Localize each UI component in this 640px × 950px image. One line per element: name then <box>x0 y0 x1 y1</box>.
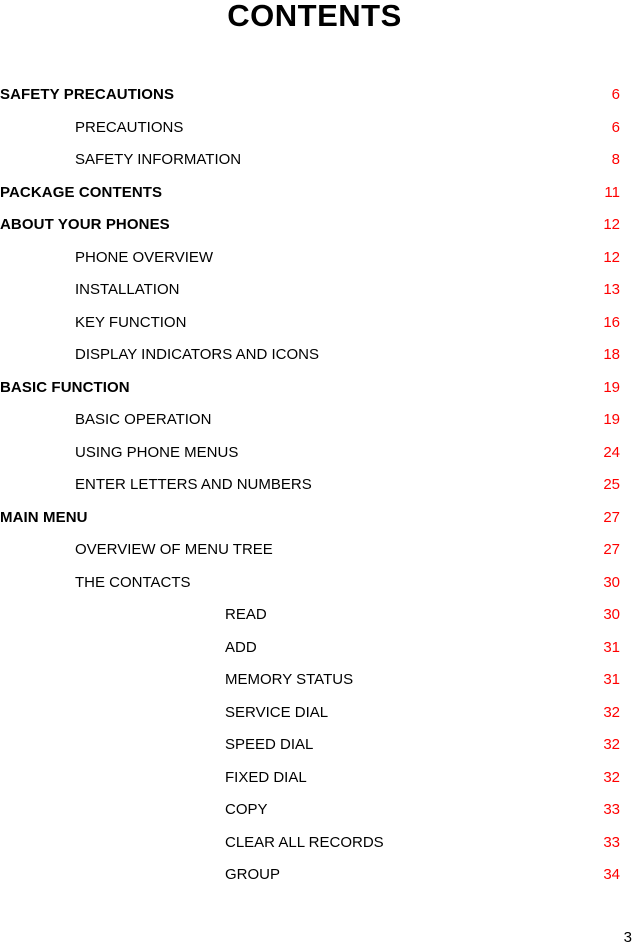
toc-entry[interactable]: MEMORY STATUS 31 <box>0 671 620 704</box>
toc-entry-label: PHONE OVERVIEW <box>75 248 214 266</box>
toc-entry-label: FIXED DIAL <box>225 768 307 786</box>
toc-entry-page-number: 11 <box>604 183 620 201</box>
toc-entry-page-number: 32 <box>603 736 620 753</box>
toc-entry-label: OVERVIEW OF MENU TREE <box>75 541 273 558</box>
toc-entry-label: PACKAGE CONTENTS <box>0 183 163 201</box>
toc-entry[interactable]: BASIC OPERATION 19 <box>0 411 620 444</box>
toc-entry[interactable]: PHONE OVERVIEW 12 <box>0 249 620 282</box>
toc-entry[interactable]: ABOUT YOUR PHONES 12 <box>0 216 620 249</box>
toc-entry-label: GROUP <box>225 866 281 883</box>
toc-entry-label: PRECAUTIONS <box>75 118 184 136</box>
toc-entry[interactable]: PACKAGE CONTENTS 11 <box>0 184 620 217</box>
toc-entry[interactable]: USING PHONE MENUS 24 <box>0 444 620 477</box>
document-page: CONTENTS SAFETY PRECAUTIONS 6 PRECAUTIONS 6… <box>0 0 640 950</box>
toc-entry[interactable]: ADD 31 <box>0 639 620 672</box>
toc-entry[interactable]: GROUP 34 <box>0 866 620 899</box>
toc-entry-page-number: 30 <box>603 606 620 623</box>
toc-entry-page-number: 32 <box>603 768 620 786</box>
toc-entry[interactable]: PRECAUTIONS 6 <box>0 119 620 152</box>
toc-entry[interactable]: SERVICE DIAL 32 <box>0 704 620 737</box>
toc-entry-label: USING PHONE MENUS <box>75 443 239 461</box>
toc-entry-page-number: 6 <box>611 86 620 103</box>
toc-entry[interactable]: THE CONTACTS 30 <box>0 574 620 607</box>
toc-entry-page-number: 19 <box>603 378 620 396</box>
page-number: 3 <box>623 929 632 946</box>
toc-entry-page-number: 27 <box>603 508 620 526</box>
toc-entry-page-number: 24 <box>603 443 620 461</box>
toc-entry[interactable]: CLEAR ALL RECORDS 33 <box>0 834 620 867</box>
table-of-contents: SAFETY PRECAUTIONS 6 PRECAUTIONS 6 SAFETY IN… <box>0 86 620 899</box>
toc-entry-page-number: 12 <box>603 248 620 266</box>
toc-entry-label: ABOUT YOUR PHONES <box>0 216 170 233</box>
toc-entry[interactable]: BASIC FUNCTION 19 <box>0 379 620 412</box>
toc-entry-label: SAFETY PRECAUTIONS <box>0 86 175 103</box>
toc-entry[interactable]: INSTALLATION 13 <box>0 281 620 314</box>
toc-entry-label: THE CONTACTS <box>75 573 191 591</box>
toc-entry-page-number: 8 <box>611 151 620 168</box>
toc-entry[interactable]: KEY FUNCTION 16 <box>0 314 620 347</box>
toc-entry-page-number: 32 <box>603 703 620 721</box>
toc-entry-page-number: 31 <box>603 638 620 656</box>
toc-entry[interactable]: FIXED DIAL 32 <box>0 769 620 802</box>
toc-entry-label: MEMORY STATUS <box>225 671 354 688</box>
toc-entry-page-number: 31 <box>603 671 620 688</box>
toc-entry-page-number: 18 <box>603 346 620 363</box>
toc-entry-label: SAFETY INFORMATION <box>75 151 242 168</box>
toc-entry-label: READ <box>225 606 267 623</box>
toc-entry-label: MAIN MENU <box>0 508 88 526</box>
toc-entry[interactable]: SAFETY PRECAUTIONS 6 <box>0 86 620 119</box>
toc-entry-label: BASIC OPERATION <box>75 411 212 428</box>
toc-entry[interactable]: OVERVIEW OF MENU TREE 27 <box>0 541 620 574</box>
toc-entry-page-number: 12 <box>603 216 620 233</box>
toc-entry-label: BASIC FUNCTION <box>0 378 130 396</box>
toc-entry-label: KEY FUNCTION <box>75 313 187 331</box>
toc-entry-page-number: 33 <box>603 801 620 818</box>
toc-entry-label: CLEAR ALL RECORDS <box>225 833 384 851</box>
toc-entry[interactable]: COPY 33 <box>0 801 620 834</box>
toc-entry[interactable]: ENTER LETTERS AND NUMBERS 25 <box>0 476 620 509</box>
toc-entry-label: COPY <box>225 801 268 818</box>
page-title: CONTENTS <box>227 0 402 33</box>
toc-entry[interactable]: MAIN MENU 27 <box>0 509 620 542</box>
toc-entry-label: SERVICE DIAL <box>225 703 329 721</box>
toc-entry-page-number: 27 <box>603 541 620 558</box>
toc-entry-page-number: 30 <box>603 573 620 591</box>
toc-entry-label: ADD <box>225 638 257 656</box>
toc-entry-label: ENTER LETTERS AND NUMBERS <box>75 476 312 493</box>
toc-entry-label: INSTALLATION <box>75 281 180 298</box>
toc-entry-page-number: 13 <box>603 281 620 298</box>
toc-entry-page-number: 34 <box>603 866 620 883</box>
toc-entry-page-number: 19 <box>603 411 620 428</box>
toc-entry-page-number: 25 <box>603 476 620 493</box>
toc-entry[interactable]: SAFETY INFORMATION 8 <box>0 151 620 184</box>
toc-entry-page-number: 33 <box>603 833 620 851</box>
toc-entry[interactable]: DISPLAY INDICATORS AND ICONS 18 <box>0 346 620 379</box>
toc-entry-page-number: 16 <box>603 313 620 331</box>
toc-entry-label: SPEED DIAL <box>225 736 314 753</box>
toc-entry-page-number: 6 <box>611 118 620 136</box>
toc-entry[interactable]: SPEED DIAL 32 <box>0 736 620 769</box>
toc-entry[interactable]: READ 30 <box>0 606 620 639</box>
toc-entry-label: DISPLAY INDICATORS AND ICONS <box>75 346 319 363</box>
